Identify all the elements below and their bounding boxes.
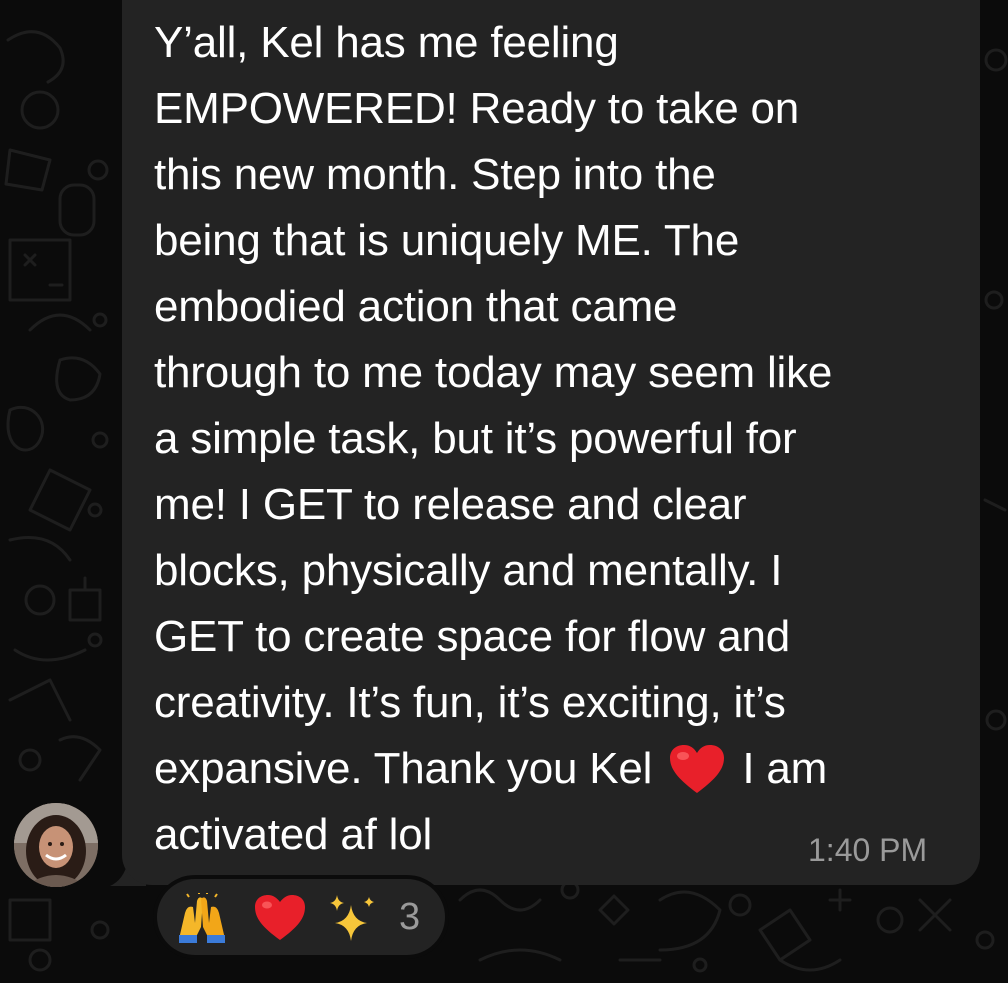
reaction-count: 3 <box>399 896 421 938</box>
red-heart-icon <box>253 893 307 943</box>
avatar-image <box>14 803 98 887</box>
reactions-pill[interactable]: 3 <box>157 879 445 955</box>
raising-hands-icon <box>175 893 229 943</box>
avatar[interactable] <box>14 803 98 887</box>
message-text: Y’all, Kel has me feeling EMPOWERED! Rea… <box>154 10 964 868</box>
message-text-part-1: Y’all, Kel has me feeling EMPOWERED! Rea… <box>154 18 833 793</box>
sparkles-icon <box>325 893 379 943</box>
red-heart-icon <box>668 743 726 795</box>
message-timestamp: 1:40 PM <box>808 832 928 868</box>
